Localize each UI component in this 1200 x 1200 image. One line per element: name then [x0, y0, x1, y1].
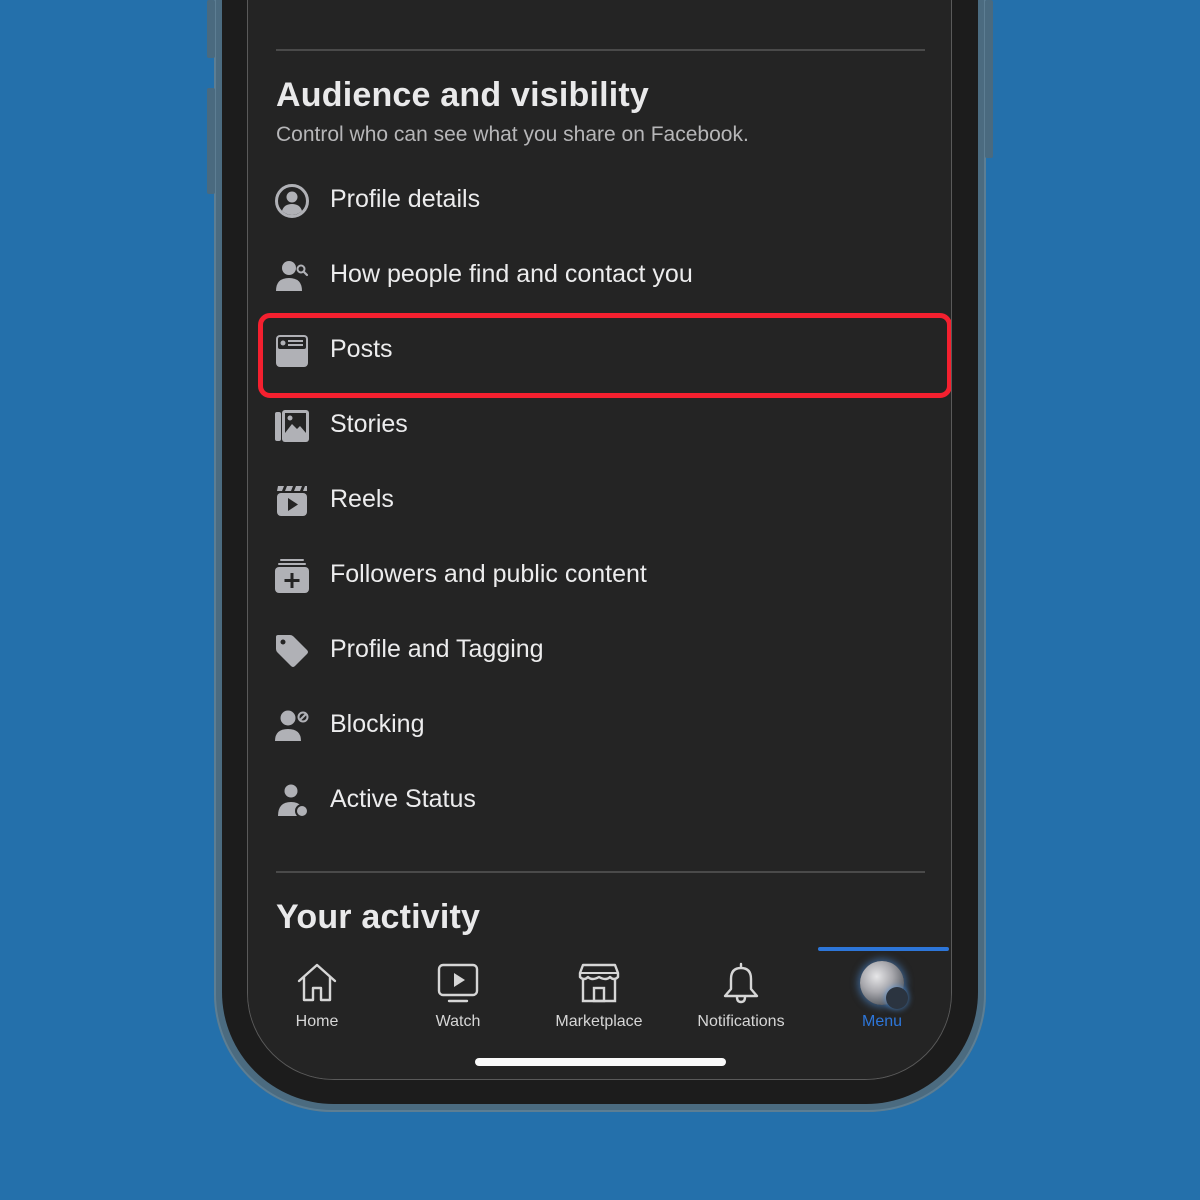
menu-item-label: Profile and Tagging [330, 635, 544, 663]
tab-label: Watch [435, 1013, 481, 1030]
tab-label: Home [295, 1013, 339, 1030]
phone-side-button [207, 0, 215, 58]
bell-icon [723, 962, 759, 1004]
tab-label: Menu [861, 1013, 903, 1030]
menu-item-profile-tagging[interactable]: Profile and Tagging [258, 613, 944, 688]
followers-add-icon [275, 559, 309, 593]
menu-item-label: How people find and contact you [330, 260, 693, 288]
home-icon [297, 963, 337, 1002]
person-status-icon [278, 784, 309, 818]
phone-screen: Audience and visibility Control who can … [248, 0, 951, 1079]
reels-clapper-icon [277, 486, 307, 516]
section-title-audience: Audience and visibility [276, 76, 650, 114]
person-block-icon [275, 710, 309, 741]
menu-item-label: Reels [330, 485, 394, 513]
section-divider [276, 49, 925, 51]
section-divider [276, 871, 925, 873]
menu-item-stories[interactable]: Stories [258, 388, 944, 463]
menu-item-blocking[interactable]: Blocking [258, 688, 944, 763]
active-tab-indicator [818, 947, 949, 951]
menu-item-label: Profile details [330, 185, 481, 213]
menu-item-active-status[interactable]: Active Status [258, 763, 944, 838]
menu-item-posts[interactable]: Posts [258, 313, 944, 388]
menu-item-label: Followers and public content [330, 560, 647, 588]
tab-marketplace[interactable]: Marketplace [539, 959, 659, 1049]
person-search-icon [276, 261, 309, 291]
menu-item-label: Posts [330, 335, 393, 363]
phone-side-button [207, 88, 215, 194]
avatar [860, 961, 908, 1009]
section-subtitle: Control who can see what you share on Fa… [276, 123, 749, 146]
tab-notifications[interactable]: Notifications [681, 959, 801, 1049]
posts-card-icon [276, 335, 308, 367]
marketplace-icon [578, 963, 620, 1003]
menu-item-followers[interactable]: Followers and public content [258, 538, 944, 613]
menu-item-label: Active Status [330, 785, 476, 813]
watch-icon [437, 963, 479, 1003]
tag-icon [276, 635, 308, 667]
section-title-activity: Your activity [276, 898, 481, 936]
profile-circle-icon [275, 184, 309, 218]
tab-menu[interactable]: Menu [822, 959, 942, 1049]
menu-item-label: Stories [330, 410, 408, 438]
tab-label: Notifications [697, 1013, 785, 1030]
menu-item-profile-details[interactable]: Profile details [258, 163, 944, 238]
tab-home[interactable]: Home [257, 959, 377, 1049]
home-indicator[interactable] [475, 1058, 726, 1066]
menu-item-label: Blocking [330, 710, 425, 738]
tab-watch[interactable]: Watch [398, 959, 518, 1049]
phone-side-button [985, 0, 993, 158]
menu-item-how-people-find[interactable]: How people find and contact you [258, 238, 944, 313]
menu-item-reels[interactable]: Reels [258, 463, 944, 538]
stories-photo-icon [275, 410, 309, 442]
tab-label: Marketplace [555, 1013, 643, 1030]
